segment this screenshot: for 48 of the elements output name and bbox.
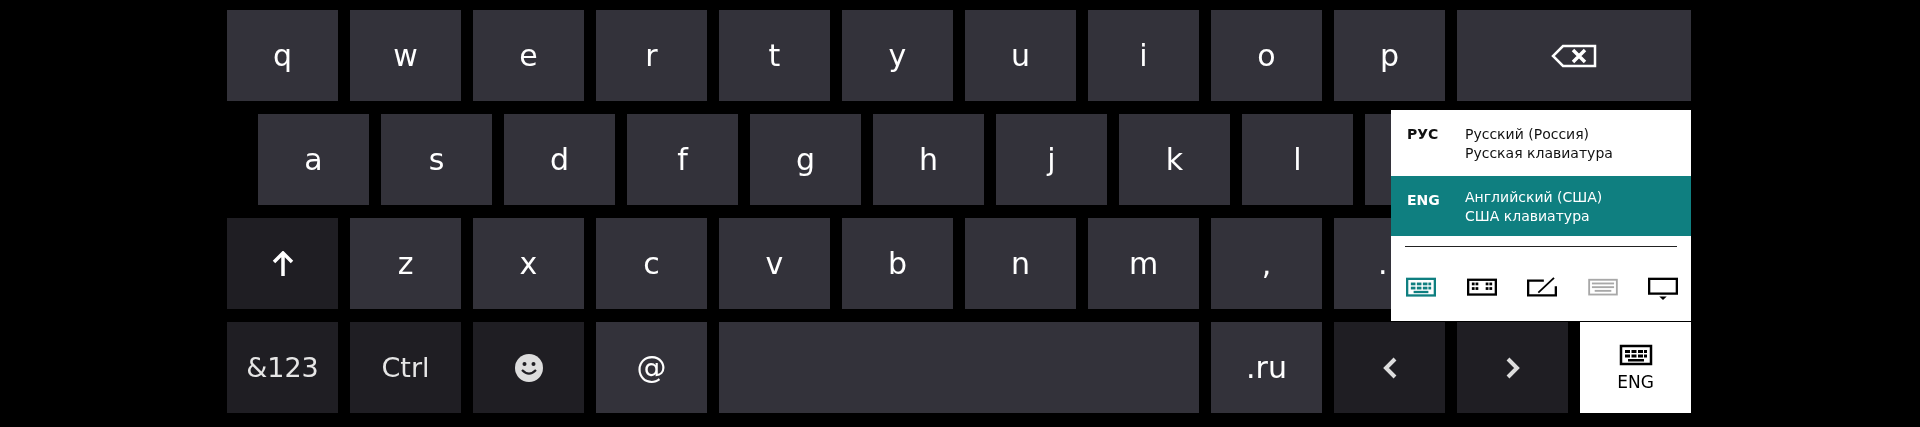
hide-keyboard-icon[interactable] xyxy=(1647,277,1679,301)
key[interactable]: v xyxy=(719,218,830,309)
key[interactable]: f xyxy=(627,114,738,205)
key[interactable]: s xyxy=(381,114,492,205)
key[interactable]: r xyxy=(596,10,707,101)
chevron-left-icon xyxy=(1381,356,1398,379)
key[interactable]: k xyxy=(1119,114,1230,205)
key[interactable]: @ xyxy=(596,322,707,413)
key[interactable]: h xyxy=(873,114,984,205)
key[interactable]: Ctrl xyxy=(350,322,461,413)
key[interactable]: t xyxy=(719,10,830,101)
layout-name: США клавиатура xyxy=(1465,207,1591,224)
key[interactable]: z xyxy=(350,218,461,309)
smiley-icon xyxy=(514,353,543,382)
key[interactable]: n xyxy=(965,218,1076,309)
keyboard-icon xyxy=(1618,343,1653,366)
language-key[interactable]: ENG xyxy=(1580,322,1691,413)
language-name: Русский (Россия) xyxy=(1465,125,1591,142)
key[interactable]: .ru xyxy=(1211,322,1322,413)
key[interactable]: c xyxy=(596,218,707,309)
key[interactable]: a xyxy=(258,114,369,205)
language-item[interactable]: ENG Английский (США) США клавиатура xyxy=(1391,176,1691,236)
key[interactable]: &123 xyxy=(227,322,338,413)
language-name: Английский (США) xyxy=(1465,188,1603,205)
key[interactable]: p xyxy=(1334,10,1445,101)
key[interactable]: j xyxy=(996,114,1107,205)
language-code: ENG xyxy=(1407,192,1441,208)
layout-name: Русская клавиатура xyxy=(1465,144,1613,161)
language-label: ENG xyxy=(1617,371,1654,392)
key[interactable] xyxy=(473,322,584,413)
key[interactable]: , xyxy=(1211,218,1322,309)
shift-arrow-icon xyxy=(271,250,294,277)
backspace-icon xyxy=(1551,43,1597,68)
key[interactable]: o xyxy=(1211,10,1322,101)
key[interactable]: b xyxy=(842,218,953,309)
key[interactable]: u xyxy=(965,10,1076,101)
key[interactable]: g xyxy=(750,114,861,205)
chevron-right-icon xyxy=(1504,356,1521,379)
key[interactable]: x xyxy=(473,218,584,309)
key[interactable]: q xyxy=(227,10,338,101)
key[interactable]: m xyxy=(1088,218,1199,309)
key[interactable]: y xyxy=(842,10,953,101)
language-code: РУС xyxy=(1407,126,1440,142)
key[interactable]: d xyxy=(504,114,615,205)
key[interactable]: i xyxy=(1088,10,1199,101)
key[interactable]: l xyxy=(1242,114,1353,205)
key[interactable]: e xyxy=(473,10,584,101)
key[interactable]: w xyxy=(350,10,461,101)
